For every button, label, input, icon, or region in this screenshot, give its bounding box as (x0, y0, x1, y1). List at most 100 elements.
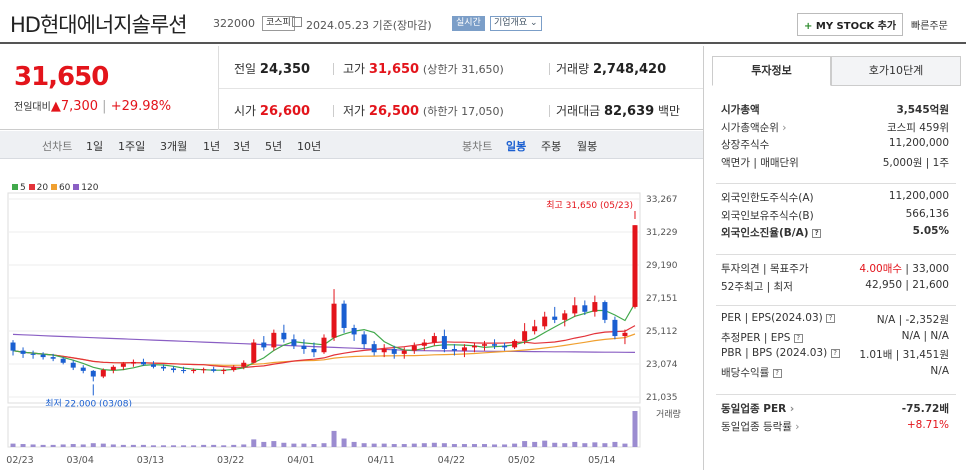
candle-body (110, 366, 116, 371)
volume-bar (461, 444, 467, 447)
help-icon[interactable]: ? (772, 368, 782, 378)
price-summary: 31,650 전일대비▲7,300 | +29.98% 전일 24,350 고가… (0, 46, 703, 130)
info-row: 액면가 | 매매단위 5,000원 | 1주 (721, 155, 949, 171)
period-1w[interactable]: 1주일 (118, 138, 145, 154)
candle-body (602, 302, 608, 320)
company-overview-dropdown[interactable]: 기업개요 ⌄ (490, 16, 542, 31)
candle-body (20, 350, 26, 354)
candle-body (371, 344, 377, 353)
info-value: 42,950 | 21,600 (865, 278, 949, 291)
y-tick-label: 21,035 (646, 393, 678, 403)
candle-body (351, 327, 357, 335)
period-5y[interactable]: 5년 (265, 138, 282, 154)
volume-bar (582, 443, 588, 447)
tab-orderbook[interactable]: 호가10단계 (831, 56, 961, 86)
period-1d[interactable]: 1일 (86, 138, 103, 154)
info-value: 566,136 (905, 207, 949, 220)
candle-body (512, 340, 518, 348)
volume-bar (181, 445, 187, 447)
volume-bar (291, 443, 297, 447)
price-change: 전일대비▲7,300 | +29.98% (14, 99, 172, 114)
info-label: 투자의견 | 목표주가 (721, 263, 809, 275)
chevron-right-icon[interactable]: › (792, 421, 799, 433)
candle-body (80, 367, 86, 371)
candle-body (572, 305, 578, 314)
volume-bar (40, 444, 46, 447)
period-10y[interactable]: 10년 (297, 138, 321, 154)
info-label: 52주최고 | 최저 (721, 280, 793, 293)
x-tick-label: 05/14 (588, 455, 615, 466)
x-tick-label: 04/22 (438, 455, 465, 466)
quick-order-link[interactable]: 빠른주문 (911, 17, 948, 32)
info-value: 5,000원 | 1주 (882, 156, 949, 169)
candle-body (40, 354, 46, 358)
add-mystock-button[interactable]: + MY STOCK 추가 (797, 13, 904, 36)
volume-bar (421, 443, 427, 447)
candle-body (461, 347, 467, 351)
period-1y[interactable]: 1년 (203, 138, 220, 154)
y-tick-label: 25,112 (646, 327, 678, 337)
volume-bar (251, 439, 257, 447)
volume-bar (70, 444, 76, 447)
candle-body (251, 342, 257, 363)
volume-bar (301, 443, 307, 447)
help-icon[interactable]: ? (812, 229, 822, 238)
volume-bar (441, 443, 447, 447)
volume-bar (622, 443, 628, 447)
volume-bar (231, 444, 237, 447)
candle-body (532, 326, 538, 332)
candle-body (281, 332, 287, 340)
y-tick-label: 31,229 (646, 228, 678, 238)
realtime-button[interactable]: 실시간 (452, 16, 485, 31)
help-icon[interactable]: ? (826, 314, 836, 323)
volume-bar (160, 445, 166, 447)
stock-name: HD현대에너지솔루션 (10, 13, 188, 37)
volume-bar (532, 441, 538, 447)
candle-daily[interactable]: 일봉 (506, 138, 526, 154)
chevron-right-icon[interactable]: › (786, 403, 794, 415)
info-row: 외국인소진율(B/A) ? 5.05% (721, 225, 949, 241)
x-tick-label: 02/23 (6, 455, 33, 466)
open-price: 시가 26,600 (234, 104, 311, 119)
candle-body (221, 370, 227, 372)
candle-weekly[interactable]: 주봉 (541, 138, 561, 154)
calendar-icon (292, 17, 302, 27)
chevron-right-icon[interactable]: › (779, 122, 786, 134)
help-icon[interactable]: ? (793, 333, 803, 343)
volume-bar (391, 444, 397, 447)
volume-bar (130, 444, 136, 447)
candle-body (522, 331, 528, 341)
candle-chart-svg[interactable]: 33,267 31,229 29,190 27,151 25,112 23,074 21,0… (0, 175, 703, 470)
volume-bar (281, 442, 287, 447)
period-3y[interactable]: 3년 (233, 138, 250, 154)
candle-body (100, 370, 106, 377)
current-price: 31,650 (14, 62, 109, 92)
volume-bar (10, 443, 16, 447)
volume-bar (201, 444, 207, 447)
candle-body (70, 362, 76, 368)
tab-investment-info[interactable]: 투자정보 (712, 56, 831, 86)
candle-body (211, 369, 217, 371)
volume-bar (191, 445, 197, 447)
y-tick-label: 33,267 (646, 195, 678, 205)
info-value: 3,545억원 (896, 104, 949, 116)
info-value: +8.71% (906, 418, 949, 431)
info-value: 11,200,000 (888, 190, 949, 202)
volume-bar (482, 444, 488, 447)
volume-bar (572, 441, 578, 447)
volume-bar (140, 444, 146, 447)
info-label: PER | EPS(2024.03) ? (721, 312, 836, 324)
volume-bar (50, 444, 56, 447)
info-value: N/A (930, 364, 949, 377)
info-row: 추정PER | EPS ? N/A | N/A (721, 330, 949, 346)
candle-body (361, 334, 367, 345)
period-3m[interactable]: 3개월 (160, 138, 187, 154)
y-tick-label: 27,151 (646, 294, 678, 304)
volume-bar (221, 445, 227, 447)
candle-body (341, 303, 347, 328)
candle-monthly[interactable]: 월봉 (577, 138, 597, 154)
info-label: 외국인소진율(B/A) ? (721, 225, 822, 240)
volume-bar (632, 411, 638, 447)
help-icon[interactable]: ? (830, 349, 840, 358)
volume-bar (311, 444, 317, 447)
